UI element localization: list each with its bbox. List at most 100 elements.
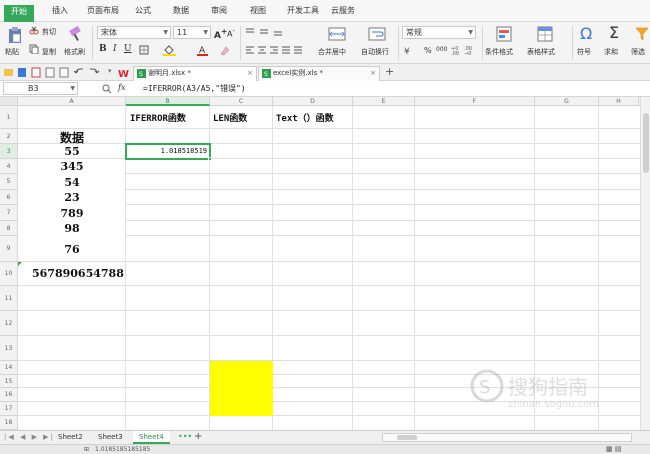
- column-header[interactable]: D: [273, 97, 353, 106]
- select-all-corner[interactable]: [0, 97, 18, 106]
- font-name-select[interactable]: 宋体 ▼: [97, 26, 171, 39]
- format-painter-button[interactable]: 格式刷: [64, 47, 85, 57]
- merge-center-button[interactable]: 合并居中: [318, 47, 346, 57]
- tab-formulas[interactable]: 公式: [128, 4, 158, 22]
- wrap-text-button[interactable]: 自动换行: [361, 47, 389, 57]
- cell-a5[interactable]: 54: [18, 176, 126, 189]
- cell-b1[interactable]: IFERROR函数: [130, 111, 186, 124]
- paste-icon[interactable]: [8, 26, 22, 44]
- dropdown-icon[interactable]: ▾: [108, 67, 112, 75]
- row-header[interactable]: 14: [0, 361, 18, 375]
- tab-home[interactable]: 开始: [4, 5, 34, 22]
- tab-review[interactable]: 审阅: [204, 4, 234, 22]
- font-color-icon[interactable]: A: [197, 44, 209, 56]
- filter-button[interactable]: 筛选: [631, 47, 645, 57]
- percent-button[interactable]: %: [424, 46, 432, 55]
- doc-tab[interactable]: S excel实例.xls * ×: [258, 66, 380, 81]
- add-sheet-icon[interactable]: +: [194, 431, 202, 442]
- formula-input[interactable]: =IFERROR(A3/A5,"错误"): [143, 83, 246, 94]
- tab-cloud[interactable]: 云服务: [324, 4, 362, 22]
- column-header[interactable]: F: [415, 97, 535, 106]
- row-header[interactable]: 11: [0, 286, 18, 311]
- sheet-nav-icons[interactable]: |◀ ◀ ▶ ▶|: [4, 433, 55, 441]
- clear-format-icon[interactable]: [219, 45, 231, 56]
- font-size-select[interactable]: 11 ▼: [173, 26, 211, 39]
- row-header[interactable]: 12: [0, 311, 18, 336]
- cell-a7[interactable]: 789: [18, 207, 126, 220]
- bold-icon[interactable]: B: [99, 44, 107, 54]
- column-header[interactable]: G: [535, 97, 599, 106]
- sheet-tab-active[interactable]: Sheet4: [133, 431, 170, 444]
- scrollbar-thumb[interactable]: [397, 435, 417, 440]
- sheet-tab[interactable]: Sheet2: [52, 431, 89, 444]
- cut-button[interactable]: 剪切: [42, 27, 56, 37]
- close-icon[interactable]: ×: [247, 67, 253, 80]
- fill-handle[interactable]: [208, 157, 212, 161]
- thousands-button[interactable]: 000: [436, 46, 447, 53]
- tab-insert[interactable]: 插入: [45, 4, 75, 22]
- increase-font-icon[interactable]: A+: [214, 27, 227, 41]
- align-horizontal-icons[interactable]: [245, 45, 307, 55]
- row-header[interactable]: 10: [0, 262, 18, 286]
- row-header[interactable]: 1: [0, 106, 18, 129]
- cell-c1[interactable]: LEN函数: [213, 111, 247, 124]
- doc-tab-active[interactable]: S 谢明月.xlsx * ×: [133, 66, 257, 81]
- tab-view[interactable]: 视图: [243, 4, 273, 22]
- tab-page-layout[interactable]: 页面布局: [80, 4, 126, 22]
- cell-a3[interactable]: 55: [18, 145, 126, 158]
- currency-icon[interactable]: ¥: [403, 45, 413, 55]
- paste-button[interactable]: 粘贴: [5, 47, 19, 57]
- view-mode-icons[interactable]: ▦ ▤: [606, 445, 621, 454]
- cell-a4[interactable]: 345: [18, 160, 126, 173]
- wps-logo-icon[interactable]: W: [118, 67, 130, 78]
- spreadsheet-grid[interactable]: A B C D E F G H I 1 2 3 4 5 6 7 8 9 10 1…: [0, 97, 650, 430]
- fx-icon[interactable]: fx: [118, 83, 125, 92]
- italic-icon[interactable]: I: [113, 44, 117, 54]
- cell-a6[interactable]: 23: [18, 191, 126, 204]
- row-header[interactable]: 7: [0, 205, 18, 221]
- column-header[interactable]: B: [126, 97, 210, 106]
- cell-a10[interactable]: 567890654788: [32, 267, 124, 280]
- new-tab-icon[interactable]: +: [385, 65, 394, 78]
- row-header[interactable]: 8: [0, 221, 18, 236]
- sheet-tab[interactable]: Sheet3: [92, 431, 129, 444]
- horizontal-scrollbar[interactable]: [382, 433, 632, 442]
- cell-d1[interactable]: Text（）函数: [276, 111, 334, 124]
- column-header[interactable]: H: [599, 97, 639, 106]
- row-header[interactable]: 16: [0, 388, 18, 402]
- decrease-font-icon[interactable]: A-: [227, 27, 235, 39]
- border-icon[interactable]: [139, 45, 149, 55]
- row-header[interactable]: 17: [0, 402, 18, 416]
- tab-data[interactable]: 数据: [166, 4, 196, 22]
- symbol-button[interactable]: 符号: [577, 47, 591, 57]
- row-header[interactable]: 4: [0, 159, 18, 174]
- column-header[interactable]: A: [18, 97, 126, 106]
- row-header[interactable]: 6: [0, 190, 18, 205]
- close-icon[interactable]: ×: [370, 67, 376, 80]
- cell-a9[interactable]: 76: [18, 243, 126, 256]
- table-style-button[interactable]: 表格样式: [527, 47, 555, 57]
- scrollbar-thumb[interactable]: [643, 113, 649, 173]
- number-format-select[interactable]: 常规 ▼: [402, 26, 476, 39]
- tab-developer[interactable]: 开发工具: [280, 4, 326, 22]
- cell-a2[interactable]: 数据: [18, 129, 126, 146]
- row-header[interactable]: 3: [0, 144, 18, 159]
- highlighted-range[interactable]: [210, 361, 273, 416]
- row-header[interactable]: 13: [0, 336, 18, 361]
- sum-button[interactable]: 求和: [604, 47, 618, 57]
- row-header[interactable]: 9: [0, 236, 18, 262]
- vertical-scrollbar[interactable]: [640, 97, 650, 430]
- align-top-icons[interactable]: [245, 27, 301, 37]
- fill-color-icon[interactable]: [163, 45, 177, 56]
- cell-a8[interactable]: 98: [18, 222, 126, 235]
- decimal-icons[interactable]: +0.00.00→0: [451, 44, 477, 56]
- row-header[interactable]: 5: [0, 174, 18, 190]
- zoom-icon[interactable]: [102, 84, 112, 94]
- column-header[interactable]: E: [353, 97, 415, 106]
- copy-button[interactable]: 复制: [42, 47, 56, 57]
- underline-icon[interactable]: U: [124, 44, 132, 54]
- quick-access-icons[interactable]: [3, 67, 103, 78]
- column-header[interactable]: C: [210, 97, 273, 106]
- row-header[interactable]: 2: [0, 129, 18, 144]
- name-box[interactable]: B3 ▼: [3, 82, 78, 95]
